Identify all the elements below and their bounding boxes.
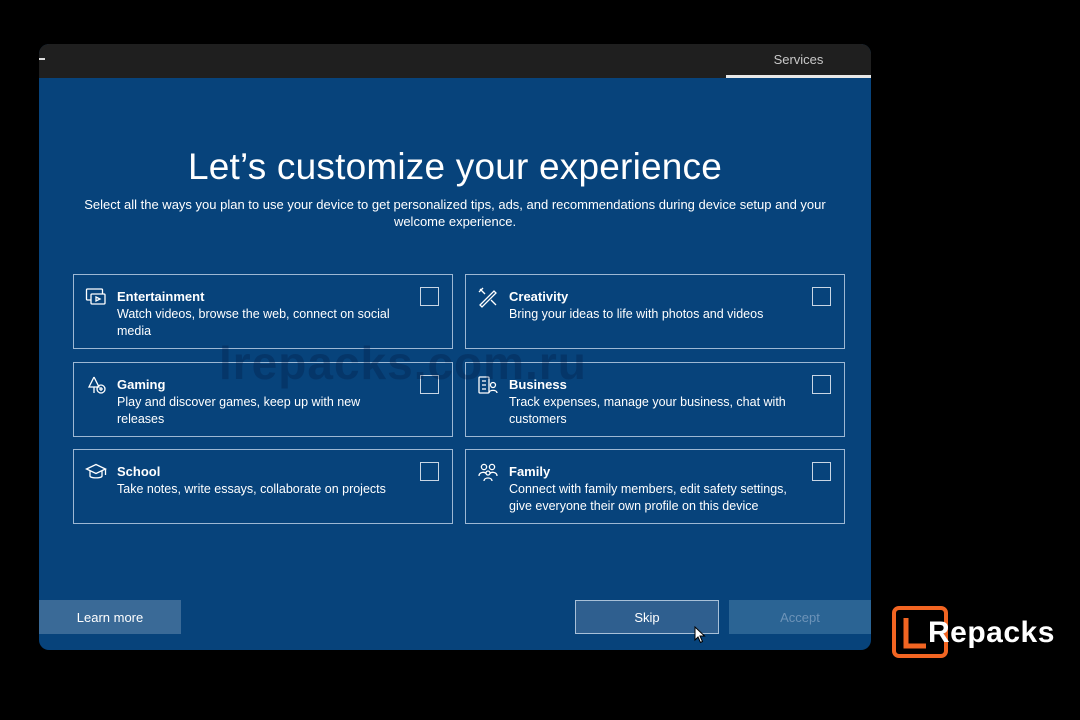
option-checkbox[interactable] xyxy=(420,462,439,481)
option-title: Creativity xyxy=(509,289,569,304)
watermark: lrepacks.com.ru xyxy=(219,337,587,389)
mouse-cursor-icon xyxy=(694,626,706,644)
repacks-logo: Repacks xyxy=(892,606,1062,660)
option-description: Track expenses, manage your business, ch… xyxy=(509,395,786,426)
creativity-icon xyxy=(477,286,499,308)
option-card-family[interactable]: Family Connect with family members, edit… xyxy=(465,449,845,524)
accept-button[interactable]: Accept xyxy=(729,600,871,634)
option-title: Family xyxy=(509,464,551,479)
page-title: Let’s customize your experience xyxy=(187,146,723,187)
option-description: Take notes, write essays, collaborate on… xyxy=(117,482,386,496)
school-icon xyxy=(84,461,108,483)
option-description: Connect with family members, edit safety… xyxy=(509,482,787,513)
option-checkbox[interactable] xyxy=(812,375,831,394)
option-checkbox[interactable] xyxy=(812,462,831,481)
logo-text: Repacks xyxy=(928,616,1055,649)
entertainment-icon xyxy=(85,286,107,308)
setup-window: Services Let’s customize your experience… xyxy=(39,44,871,650)
option-checkbox[interactable] xyxy=(420,287,439,306)
option-card-school[interactable]: School Take notes, write essays, collabo… xyxy=(73,449,453,524)
option-title: Gaming xyxy=(117,377,166,392)
option-checkbox[interactable] xyxy=(812,287,831,306)
title-bar-dash xyxy=(39,58,45,60)
tab-services-indicator xyxy=(726,75,871,78)
tab-services[interactable]: Services xyxy=(726,44,871,74)
gaming-icon xyxy=(85,374,107,396)
page-subtitle: Select all the ways you plan to use your… xyxy=(84,197,826,229)
option-title: Entertainment xyxy=(117,289,205,304)
family-icon xyxy=(477,461,499,483)
option-title: School xyxy=(117,464,161,479)
option-description: Play and discover games, keep up with ne… xyxy=(117,395,361,426)
option-description: Bring your ideas to life with photos and… xyxy=(509,307,764,321)
option-description: Watch videos, browse the web, connect on… xyxy=(117,307,390,338)
title-bar: Services xyxy=(39,44,871,78)
learn-more-button[interactable]: Learn more xyxy=(39,600,181,634)
